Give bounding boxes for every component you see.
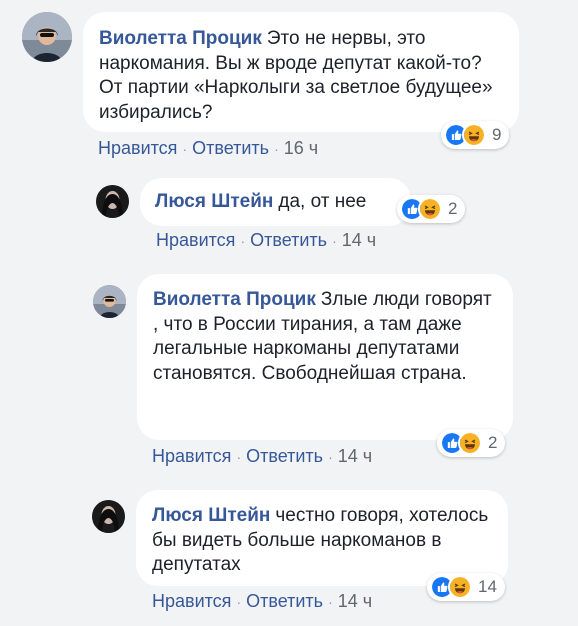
comment-actions: Нравится · Ответить · 14 ч xyxy=(152,446,372,467)
separator-dot: · xyxy=(182,141,188,157)
separator-dot: · xyxy=(328,594,333,610)
avatar[interactable] xyxy=(22,12,72,62)
comment-actions: Нравится · Ответить · 14 ч xyxy=(152,591,372,612)
comment-author[interactable]: Люся Штейн xyxy=(155,191,273,212)
avatar[interactable] xyxy=(96,185,129,218)
like-link[interactable]: Нравится xyxy=(98,138,177,158)
comment-bubble: Люся Штейн честно говоря, хотелось бы вид… xyxy=(136,490,508,586)
comment-text: да, от нее xyxy=(278,191,367,212)
comment-timestamp[interactable]: 14 ч xyxy=(338,591,372,611)
separator-dot: · xyxy=(332,233,337,249)
like-link[interactable]: Нравится xyxy=(152,591,231,611)
comment-timestamp[interactable]: 14 ч xyxy=(342,230,376,250)
avatar[interactable] xyxy=(93,285,126,318)
haha-icon xyxy=(462,123,486,147)
reactions-summary[interactable]: 9 xyxy=(441,121,510,149)
reaction-count: 2 xyxy=(488,433,498,452)
reactions-summary[interactable]: 2 xyxy=(397,195,466,223)
reaction-count: 9 xyxy=(492,125,502,144)
comment-bubble: Люся Штейн да, от нее xyxy=(140,178,411,226)
comment-actions: Нравится · Ответить · 14 ч xyxy=(156,230,376,251)
haha-icon xyxy=(448,575,472,599)
like-link[interactable]: Нравится xyxy=(156,230,235,250)
reaction-count: 14 xyxy=(478,577,497,596)
comment-author[interactable]: Виолетта Процик xyxy=(153,289,316,310)
reply-link[interactable]: Ответить xyxy=(250,230,327,250)
like-link[interactable]: Нравится xyxy=(152,446,231,466)
comment-bubble: Виолетта Процик Это не нервы, это наркома… xyxy=(83,12,519,132)
reply-link[interactable]: Ответить xyxy=(246,446,323,466)
haha-icon xyxy=(458,431,482,455)
separator-dot: · xyxy=(328,449,333,465)
separator-dot: · xyxy=(236,594,242,610)
reply-link[interactable]: Ответить xyxy=(192,138,269,158)
comment-timestamp[interactable]: 14 ч xyxy=(338,446,372,466)
avatar[interactable] xyxy=(92,500,125,533)
comment-author[interactable]: Виолетта Процик xyxy=(99,28,262,49)
comment-bubble: Виолетта Процик Злые люди говорят , что в… xyxy=(137,274,513,440)
haha-icon xyxy=(418,197,442,221)
reaction-count: 2 xyxy=(448,199,458,218)
reactions-summary[interactable]: 14 xyxy=(427,573,505,601)
reactions-summary[interactable]: 2 xyxy=(437,429,506,457)
comment-timestamp[interactable]: 16 ч xyxy=(284,138,318,158)
comment-actions: Нравится · Ответить · 16 ч xyxy=(98,138,318,159)
reply-link[interactable]: Ответить xyxy=(246,591,323,611)
separator-dot: · xyxy=(236,449,242,465)
separator-dot: · xyxy=(240,233,246,249)
separator-dot: · xyxy=(274,141,279,157)
comment-author[interactable]: Люся Штейн xyxy=(152,505,270,526)
